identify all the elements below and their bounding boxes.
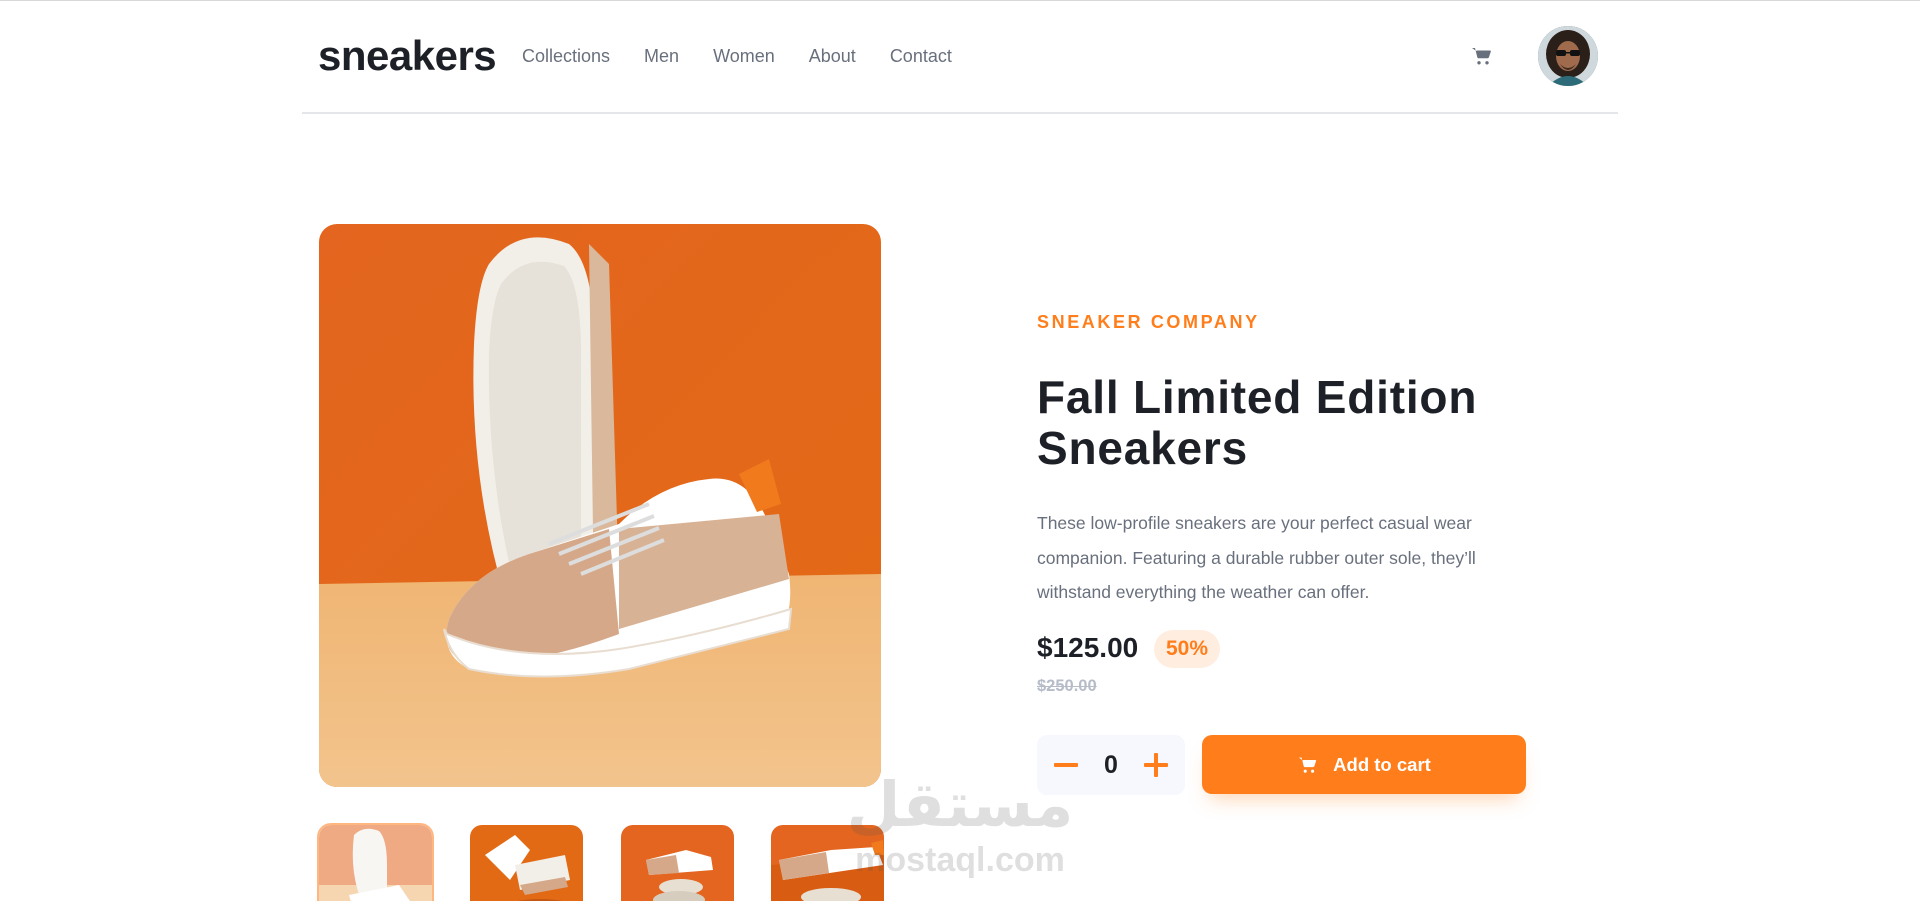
thumbnail-2[interactable]: [470, 825, 583, 901]
discount-badge: 50%: [1154, 630, 1220, 668]
logo[interactable]: sneakers: [318, 28, 497, 84]
add-to-cart-button[interactable]: Add to cart: [1202, 735, 1526, 794]
thumbnail-1[interactable]: [317, 823, 434, 901]
product-description: These low-profile sneakers are your perf…: [1037, 513, 1476, 602]
cart-icon[interactable]: [1470, 44, 1494, 68]
product-title: Fall Limited Edition Sneakers: [1037, 371, 1478, 474]
main-nav: Collections Men Women About Contact: [522, 44, 952, 68]
company-name: SNEAKER COMPANY: [1037, 312, 1260, 332]
add-to-cart-label: Add to cart: [1333, 753, 1431, 775]
nav-about[interactable]: About: [809, 44, 856, 68]
current-price: $125.00: [1037, 632, 1139, 663]
thumbnail-row: [317, 823, 884, 901]
nav-collections[interactable]: Collections: [522, 44, 610, 68]
watermark-arabic: مستقل: [846, 768, 1074, 841]
nav-women[interactable]: Women: [713, 44, 775, 68]
nav-men[interactable]: Men: [644, 44, 679, 68]
watermark: مستقل mostaql.com: [845, 770, 1075, 880]
thumbnail-3[interactable]: [621, 825, 734, 901]
cart-icon: [1297, 754, 1319, 776]
nav-contact[interactable]: Contact: [890, 44, 952, 68]
site-header: sneakers Collections Men Women About Con…: [302, 0, 1618, 114]
watermark-latin: mostaql.com: [855, 841, 1065, 879]
user-avatar[interactable]: [1538, 26, 1598, 86]
main-product-image[interactable]: [319, 224, 881, 787]
original-price: $250.00: [1037, 677, 1097, 695]
quantity-value: 0: [1104, 751, 1118, 779]
plus-icon[interactable]: [1141, 750, 1171, 780]
